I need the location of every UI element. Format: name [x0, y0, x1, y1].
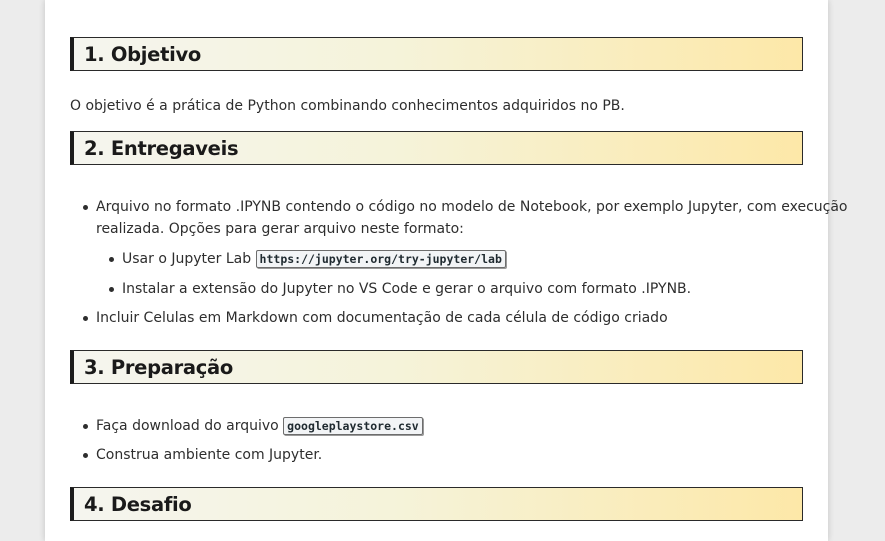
bullet-icon: [109, 287, 114, 292]
sub-list-item: Instalar a extensão do Jupyter no VS Cod…: [109, 278, 803, 300]
bullet-icon: [109, 257, 114, 262]
code-link-jupyter-lab[interactable]: https://jupyter.org/try-jupyter/lab: [255, 250, 506, 268]
section-heading-objetivo: 1. Objetivo: [70, 37, 803, 71]
section-title: 4. Desafio: [84, 492, 192, 516]
list-item-text: Faça download do arquivo: [96, 418, 279, 434]
section-heading-desafio: 4. Desafio: [70, 487, 803, 521]
sub-list-item: Usar o Jupyter Lab https://jupyter.org/t…: [109, 248, 803, 270]
bullet-icon: [83, 205, 88, 210]
section-title: 3. Preparação: [84, 355, 234, 379]
list-item-text: Usar o Jupyter Lab: [122, 251, 252, 267]
list-item: Incluir Celulas em Markdown com document…: [83, 307, 803, 329]
document-page: 1. Objetivo O objetivo é a prática de Py…: [45, 0, 848, 541]
list-item-text: Construa ambiente com Jupyter.: [96, 447, 323, 463]
bullet-icon: [83, 424, 88, 429]
section-title: 2. Entregaveis: [84, 136, 239, 160]
list-item-text-line: realizada. Opções para gerar arquivo nes…: [96, 221, 464, 237]
section-heading-preparacao: 3. Preparação: [70, 350, 803, 384]
bullet-icon: [83, 453, 88, 458]
code-filename[interactable]: googleplaystore.csv: [283, 417, 423, 435]
list-item: Construa ambiente com Jupyter.: [83, 444, 803, 466]
objetivo-paragraph: O objetivo é a prática de Python combina…: [70, 98, 625, 114]
section-title: 1. Objetivo: [84, 42, 202, 66]
list-item-text: Instalar a extensão do Jupyter no VS Cod…: [122, 281, 692, 297]
list-item-text-line: Arquivo no formato .IPYNB contendo o cód…: [96, 199, 848, 215]
bullet-icon: [83, 316, 88, 321]
section-heading-entregaveis: 2. Entregaveis: [70, 131, 803, 165]
list-item-text: Incluir Celulas em Markdown com document…: [96, 310, 668, 326]
list-item: Arquivo no formato .IPYNB contendo o cód…: [83, 196, 848, 240]
list-item: Faça download do arquivo googleplaystore…: [83, 415, 803, 437]
